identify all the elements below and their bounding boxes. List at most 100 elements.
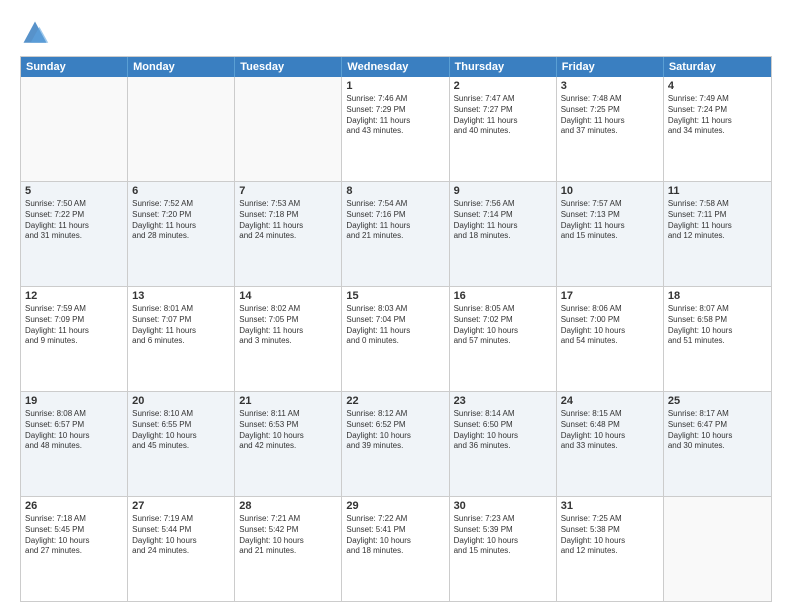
day-number: 1 <box>346 80 444 92</box>
calendar-header: SundayMondayTuesdayWednesdayThursdayFrid… <box>21 57 771 77</box>
day-info: Sunrise: 8:06 AM Sunset: 7:00 PM Dayligh… <box>561 304 659 347</box>
day-cell-13: 13 Sunrise: 8:01 AM Sunset: 7:07 PM Dayli… <box>128 287 235 391</box>
day-info: Sunrise: 7:50 AM Sunset: 7:22 PM Dayligh… <box>25 199 123 242</box>
header <box>20 18 772 48</box>
day-info: Sunrise: 8:01 AM Sunset: 7:07 PM Dayligh… <box>132 304 230 347</box>
day-cell-1: 1 Sunrise: 7:46 AM Sunset: 7:29 PM Daylig… <box>342 77 449 181</box>
empty-cell <box>128 77 235 181</box>
weekday-header-saturday: Saturday <box>664 57 771 77</box>
empty-cell <box>21 77 128 181</box>
calendar-row-3: 19Sunrise: 8:08 AM Sunset: 6:57 PM Dayli… <box>21 391 771 496</box>
calendar-row-2: 12 Sunrise: 7:59 AM Sunset: 7:09 PM Dayli… <box>21 286 771 391</box>
day-info: Sunrise: 8:07 AM Sunset: 6:58 PM Dayligh… <box>668 304 767 347</box>
logo-icon <box>20 18 50 48</box>
day-cell-2: 2Sunrise: 7:47 AM Sunset: 7:27 PM Daylig… <box>450 77 557 181</box>
day-info: Sunrise: 8:05 AM Sunset: 7:02 PM Dayligh… <box>454 304 552 347</box>
day-cell-25: 25 Sunrise: 8:17 AM Sunset: 6:47 PM Dayli… <box>664 392 771 496</box>
day-cell-10: 10 Sunrise: 7:57 AM Sunset: 7:13 PM Dayli… <box>557 182 664 286</box>
day-number: 26 <box>25 500 123 512</box>
day-info: Sunrise: 7:25 AM Sunset: 5:38 PM Dayligh… <box>561 514 659 557</box>
weekday-header-thursday: Thursday <box>450 57 557 77</box>
day-number: 6 <box>132 185 230 197</box>
day-cell-21: 21 Sunrise: 8:11 AM Sunset: 6:53 PM Dayli… <box>235 392 342 496</box>
day-info: Sunrise: 7:46 AM Sunset: 7:29 PM Dayligh… <box>346 94 444 137</box>
day-number: 29 <box>346 500 444 512</box>
empty-cell <box>664 497 771 601</box>
day-cell-6: 6 Sunrise: 7:52 AM Sunset: 7:20 PM Daylig… <box>128 182 235 286</box>
day-number: 10 <box>561 185 659 197</box>
weekday-header-sunday: Sunday <box>21 57 128 77</box>
day-cell-18: 18 Sunrise: 8:07 AM Sunset: 6:58 PM Dayli… <box>664 287 771 391</box>
day-info: Sunrise: 7:23 AM Sunset: 5:39 PM Dayligh… <box>454 514 552 557</box>
day-cell-27: 27 Sunrise: 7:19 AM Sunset: 5:44 PM Dayli… <box>128 497 235 601</box>
day-number: 15 <box>346 290 444 302</box>
day-cell-12: 12 Sunrise: 7:59 AM Sunset: 7:09 PM Dayli… <box>21 287 128 391</box>
day-number: 21 <box>239 395 337 407</box>
day-info: Sunrise: 7:53 AM Sunset: 7:18 PM Dayligh… <box>239 199 337 242</box>
day-cell-9: 9Sunrise: 7:56 AM Sunset: 7:14 PM Daylig… <box>450 182 557 286</box>
day-info: Sunrise: 7:59 AM Sunset: 7:09 PM Dayligh… <box>25 304 123 347</box>
day-number: 30 <box>454 500 552 512</box>
day-cell-11: 11Sunrise: 7:58 AM Sunset: 7:11 PM Dayli… <box>664 182 771 286</box>
day-info: Sunrise: 7:19 AM Sunset: 5:44 PM Dayligh… <box>132 514 230 557</box>
calendar-row-0: 1 Sunrise: 7:46 AM Sunset: 7:29 PM Daylig… <box>21 77 771 181</box>
day-info: Sunrise: 8:14 AM Sunset: 6:50 PM Dayligh… <box>454 409 552 452</box>
empty-cell <box>235 77 342 181</box>
day-number: 7 <box>239 185 337 197</box>
day-number: 2 <box>454 80 552 92</box>
day-info: Sunrise: 8:15 AM Sunset: 6:48 PM Dayligh… <box>561 409 659 452</box>
day-cell-24: 24 Sunrise: 8:15 AM Sunset: 6:48 PM Dayli… <box>557 392 664 496</box>
day-info: Sunrise: 8:03 AM Sunset: 7:04 PM Dayligh… <box>346 304 444 347</box>
weekday-header-friday: Friday <box>557 57 664 77</box>
day-number: 14 <box>239 290 337 302</box>
day-cell-8: 8 Sunrise: 7:54 AM Sunset: 7:16 PM Daylig… <box>342 182 449 286</box>
page: SundayMondayTuesdayWednesdayThursdayFrid… <box>0 0 792 612</box>
day-cell-19: 19Sunrise: 8:08 AM Sunset: 6:57 PM Dayli… <box>21 392 128 496</box>
day-info: Sunrise: 8:17 AM Sunset: 6:47 PM Dayligh… <box>668 409 767 452</box>
day-number: 23 <box>454 395 552 407</box>
day-cell-5: 5 Sunrise: 7:50 AM Sunset: 7:22 PM Daylig… <box>21 182 128 286</box>
day-cell-28: 28 Sunrise: 7:21 AM Sunset: 5:42 PM Dayli… <box>235 497 342 601</box>
day-number: 24 <box>561 395 659 407</box>
calendar: SundayMondayTuesdayWednesdayThursdayFrid… <box>20 56 772 602</box>
weekday-header-monday: Monday <box>128 57 235 77</box>
day-number: 22 <box>346 395 444 407</box>
day-cell-16: 16 Sunrise: 8:05 AM Sunset: 7:02 PM Dayli… <box>450 287 557 391</box>
day-info: Sunrise: 7:22 AM Sunset: 5:41 PM Dayligh… <box>346 514 444 557</box>
day-info: Sunrise: 7:21 AM Sunset: 5:42 PM Dayligh… <box>239 514 337 557</box>
day-number: 19 <box>25 395 123 407</box>
day-cell-4: 4 Sunrise: 7:49 AM Sunset: 7:24 PM Daylig… <box>664 77 771 181</box>
day-cell-15: 15 Sunrise: 8:03 AM Sunset: 7:04 PM Dayli… <box>342 287 449 391</box>
day-info: Sunrise: 7:58 AM Sunset: 7:11 PM Dayligh… <box>668 199 767 242</box>
day-number: 31 <box>561 500 659 512</box>
day-info: Sunrise: 7:18 AM Sunset: 5:45 PM Dayligh… <box>25 514 123 557</box>
day-number: 4 <box>668 80 767 92</box>
day-cell-17: 17 Sunrise: 8:06 AM Sunset: 7:00 PM Dayli… <box>557 287 664 391</box>
day-info: Sunrise: 8:11 AM Sunset: 6:53 PM Dayligh… <box>239 409 337 452</box>
day-info: Sunrise: 7:52 AM Sunset: 7:20 PM Dayligh… <box>132 199 230 242</box>
day-number: 12 <box>25 290 123 302</box>
day-number: 13 <box>132 290 230 302</box>
weekday-header-tuesday: Tuesday <box>235 57 342 77</box>
calendar-row-1: 5 Sunrise: 7:50 AM Sunset: 7:22 PM Daylig… <box>21 181 771 286</box>
day-number: 16 <box>454 290 552 302</box>
day-number: 3 <box>561 80 659 92</box>
day-number: 18 <box>668 290 767 302</box>
day-number: 27 <box>132 500 230 512</box>
day-cell-23: 23 Sunrise: 8:14 AM Sunset: 6:50 PM Dayli… <box>450 392 557 496</box>
day-cell-3: 3Sunrise: 7:48 AM Sunset: 7:25 PM Daylig… <box>557 77 664 181</box>
day-info: Sunrise: 7:57 AM Sunset: 7:13 PM Dayligh… <box>561 199 659 242</box>
day-number: 28 <box>239 500 337 512</box>
day-number: 5 <box>25 185 123 197</box>
day-info: Sunrise: 7:56 AM Sunset: 7:14 PM Dayligh… <box>454 199 552 242</box>
day-info: Sunrise: 7:54 AM Sunset: 7:16 PM Dayligh… <box>346 199 444 242</box>
day-number: 25 <box>668 395 767 407</box>
day-number: 17 <box>561 290 659 302</box>
day-cell-7: 7 Sunrise: 7:53 AM Sunset: 7:18 PM Daylig… <box>235 182 342 286</box>
day-cell-30: 30 Sunrise: 7:23 AM Sunset: 5:39 PM Dayli… <box>450 497 557 601</box>
day-cell-29: 29 Sunrise: 7:22 AM Sunset: 5:41 PM Dayli… <box>342 497 449 601</box>
logo <box>20 18 54 48</box>
day-info: Sunrise: 7:49 AM Sunset: 7:24 PM Dayligh… <box>668 94 767 137</box>
day-number: 20 <box>132 395 230 407</box>
day-number: 8 <box>346 185 444 197</box>
